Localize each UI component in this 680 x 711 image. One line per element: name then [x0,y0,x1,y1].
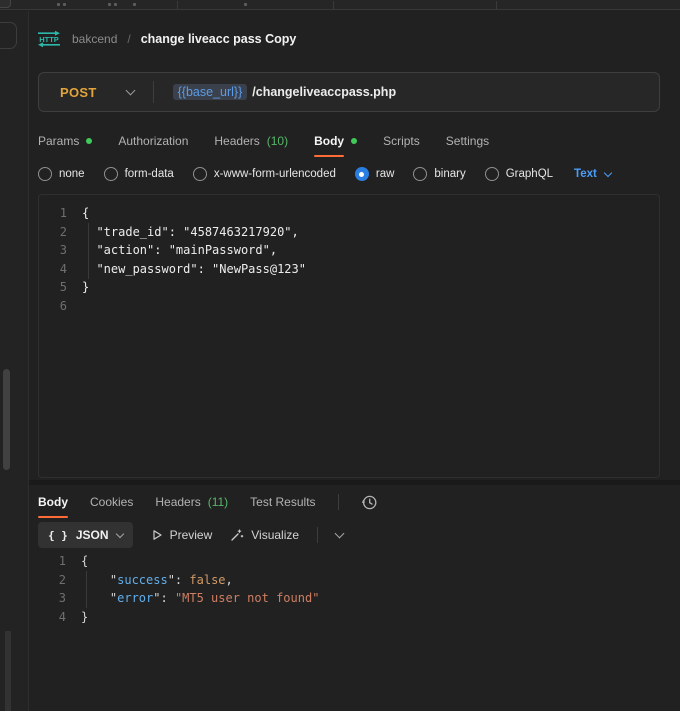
tab-headers[interactable]: Headers (10) [214,134,288,148]
url-input[interactable]: /changeliveaccpass.php [252,85,396,99]
green-dot-indicator [351,138,357,144]
tab-params[interactable]: Params [38,134,92,148]
url-bar: POST {{base_url}} /changeliveaccpass.php [38,72,660,112]
green-dot-indicator [86,138,92,144]
radio-none[interactable]: none [38,167,85,181]
line-number: 6 [39,297,67,316]
line-number: 3 [39,241,67,260]
radio-form-data[interactable]: form-data [104,167,174,181]
breadcrumb-separator: / [127,32,130,46]
radio-icon [485,167,499,181]
tab-bar-remnant [0,0,680,10]
line-number: 3 [38,589,66,608]
line-number: 4 [39,260,67,279]
response-tab-test-results[interactable]: Test Results [250,495,315,509]
braces-icon: { } [48,529,68,542]
collapsed-sidebar [0,11,29,711]
breadcrumb-collection[interactable]: bakcend [72,32,117,46]
radio-graphql[interactable]: GraphQL [485,167,553,181]
tab-separator [496,1,497,9]
body-type-selector: none form-data x-www-form-urlencoded raw… [38,161,611,187]
line-number: 4 [38,608,66,627]
response-history-button[interactable] [361,494,378,511]
line-number: 2 [39,223,67,242]
base-url-variable-chip[interactable]: {{base_url}} [173,84,248,100]
response-body-viewer[interactable]: 1 { 2 "success": false, 3 "error": "MT5 … [38,552,660,627]
svg-text:HTTP: HTTP [39,35,59,44]
line-number: 1 [38,552,66,571]
response-tab-body[interactable]: Body [38,495,68,509]
raw-language-dropdown[interactable]: Text [574,168,611,180]
tab-scripts[interactable]: Scripts [383,134,420,148]
line-number: 1 [39,204,67,223]
code-line: 4 } [38,608,660,627]
code-line: 1 { [38,552,660,571]
breadcrumb: HTTP bakcend / change liveacc pass Copy [36,29,296,49]
request-tab-bar: Params Authorization Headers (10) Body S… [38,128,489,154]
request-title[interactable]: change liveacc pass Copy [141,32,297,46]
tab-body[interactable]: Body [314,134,357,148]
code-line: 2 "success": false, [38,571,660,590]
preview-button[interactable]: Preview [151,528,213,542]
response-format-dropdown[interactable]: { } JSON [38,522,133,548]
partial-sidebar-button[interactable] [0,22,17,49]
play-icon [151,529,163,541]
chevron-down-icon[interactable] [335,529,345,539]
code-line: 2 "trade_id": "4587463217920", [39,223,659,242]
tab-separator [333,1,334,9]
headers-count: (10) [267,134,288,148]
tab-icon-sliver [108,3,111,6]
radio-raw[interactable]: raw [355,167,395,181]
divider [317,527,318,543]
code-line: 1 { [39,204,659,223]
indent-guide [88,223,89,279]
radio-checked-icon [355,167,369,181]
tab-separator [177,1,178,9]
code-line: 3 "action": "mainPassword", [39,241,659,260]
response-toolbar: { } JSON Preview Visualize [38,522,343,548]
request-body-editor[interactable]: 1 { 2 "trade_id": "4587463217920", 3 "ac… [38,194,660,478]
tab-icon-sliver [244,3,247,6]
tab-icon-sliver [63,3,66,6]
partial-tab[interactable] [0,0,11,8]
chevron-down-icon[interactable] [125,86,135,96]
response-tab-cookies[interactable]: Cookies [90,495,133,509]
url-divider [153,81,154,103]
divider [338,494,339,510]
magic-wand-icon [230,528,244,542]
radio-icon [193,167,207,181]
tab-icon-sliver [114,3,117,6]
http-request-icon: HTTP [36,30,62,48]
code-line: 4 "new_password": "NewPass@123" [39,260,659,279]
response-tab-headers[interactable]: Headers (11) [155,495,228,509]
chevron-down-icon [115,529,123,537]
code-line: 5 } [39,278,659,297]
pane-splitter[interactable] [29,480,680,485]
chevron-down-icon [604,168,612,176]
tab-settings[interactable]: Settings [446,134,489,148]
code-line: 3 "error": "MT5 user not found" [38,589,660,608]
response-tab-bar: Body Cookies Headers (11) Test Results [38,489,378,515]
method-selector[interactable]: POST [60,85,97,100]
code-line: 6 [39,297,659,316]
response-headers-count: (11) [208,495,228,509]
radio-icon [38,167,52,181]
scrollbar-track[interactable] [5,631,11,711]
tab-icon-sliver [133,3,136,6]
radio-icon [413,167,427,181]
tab-icon-sliver [57,3,60,6]
visualize-button[interactable]: Visualize [230,528,299,542]
tab-authorization[interactable]: Authorization [118,134,188,148]
history-clock-icon [361,494,378,511]
radio-icon [104,167,118,181]
scrollbar-thumb[interactable] [3,369,10,470]
app-window: HTTP bakcend / change liveacc pass Copy … [0,0,680,711]
indent-guide [86,571,87,608]
line-number: 2 [38,571,66,590]
radio-urlencoded[interactable]: x-www-form-urlencoded [193,167,336,181]
line-number: 5 [39,278,67,297]
radio-binary[interactable]: binary [413,167,465,181]
